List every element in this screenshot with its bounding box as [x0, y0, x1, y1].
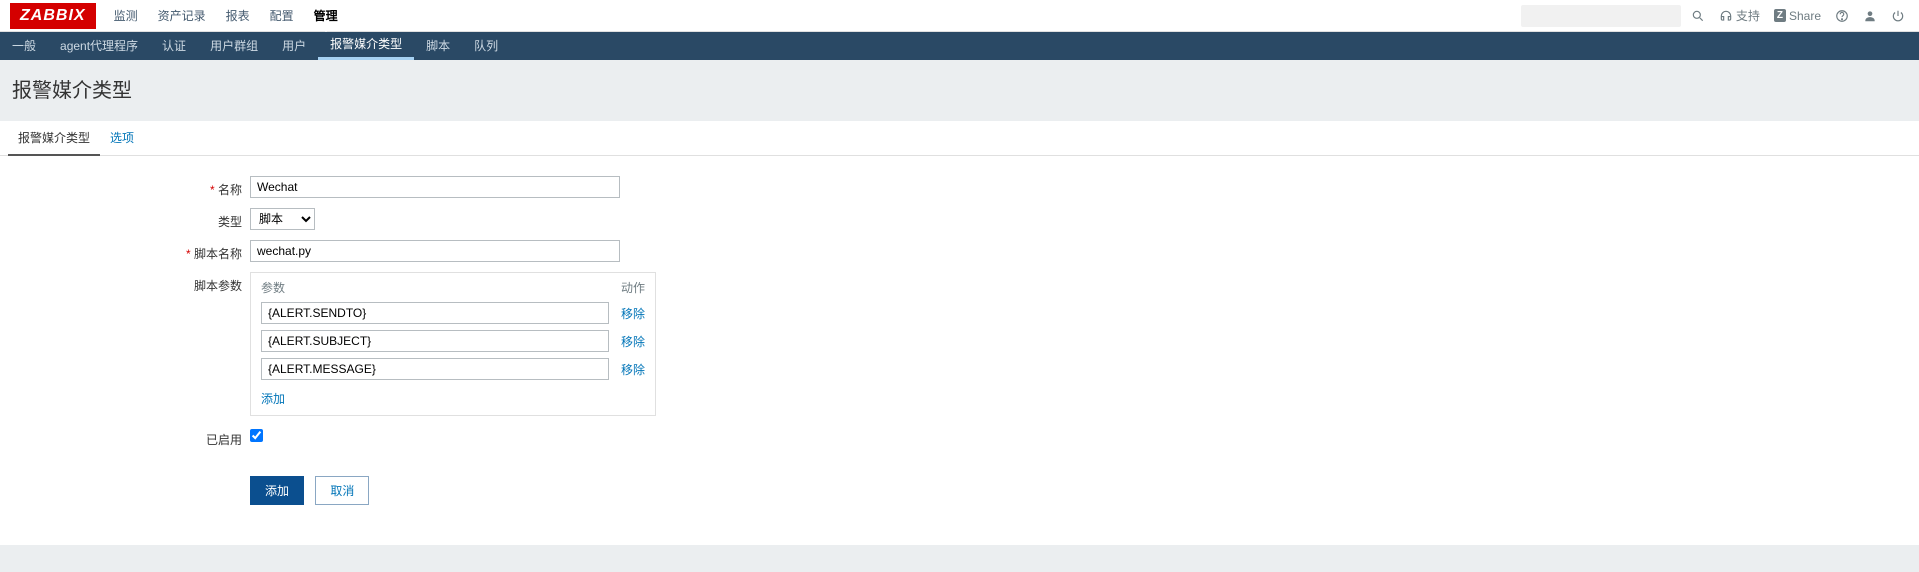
subnav-mediatypes[interactable]: 报警媒介类型: [318, 32, 414, 60]
topnav-reports[interactable]: 报表: [216, 0, 260, 32]
enabled-checkbox[interactable]: [250, 429, 263, 442]
headset-icon: [1719, 9, 1733, 23]
mediatype-form: 名称 类型 脚本 脚本名称 脚本参数 参数: [0, 156, 1919, 505]
help-icon[interactable]: [1831, 5, 1853, 27]
sub-nav: 一般 agent代理程序 认证 用户群组 用户 报警媒介类型 脚本 队列: [0, 32, 1919, 60]
params-header-param: 参数: [261, 279, 621, 296]
params-header-action: 动作: [621, 279, 645, 296]
type-select[interactable]: 脚本: [250, 208, 315, 230]
topnav-right: 支持 Z Share: [1521, 5, 1919, 27]
tab-options[interactable]: 选项: [100, 121, 144, 155]
page-title: 报警媒介类型: [0, 60, 1919, 121]
name-field[interactable]: [250, 176, 620, 198]
search-icon[interactable]: [1687, 5, 1709, 27]
submit-button[interactable]: 添加: [250, 476, 304, 505]
power-icon[interactable]: [1887, 5, 1909, 27]
script-params-box: 参数 动作 移除 移除 移除 添加: [250, 272, 656, 416]
subnav-queue[interactable]: 队列: [462, 32, 510, 60]
search-input[interactable]: [1521, 5, 1681, 27]
user-icon[interactable]: [1859, 5, 1881, 27]
param-row: 移除: [261, 302, 645, 324]
subnav-scripts[interactable]: 脚本: [414, 32, 462, 60]
script-name-label: 脚本名称: [0, 240, 250, 262]
tab-mediatype[interactable]: 报警媒介类型: [8, 121, 100, 156]
top-nav: ZABBIX 监测 资产记录 报表 配置 管理 支持 Z Share: [0, 0, 1919, 32]
param-input-2[interactable]: [261, 358, 609, 380]
content-panel: 报警媒介类型 选项 名称 类型 脚本 脚本名称 脚本参数: [0, 121, 1919, 545]
enabled-label: 已启用: [0, 426, 250, 448]
topnav-monitoring[interactable]: 监测: [104, 0, 148, 32]
cancel-button[interactable]: 取消: [315, 476, 369, 505]
param-add-link[interactable]: 添加: [261, 390, 285, 407]
script-params-label: 脚本参数: [0, 272, 250, 294]
type-label: 类型: [0, 208, 250, 230]
param-remove-1[interactable]: 移除: [621, 333, 645, 350]
support-label: 支持: [1736, 7, 1760, 24]
subnav-usergroups[interactable]: 用户群组: [198, 32, 270, 60]
param-remove-2[interactable]: 移除: [621, 361, 645, 378]
share-link[interactable]: Z Share: [1770, 9, 1825, 23]
content-tabs: 报警媒介类型 选项: [0, 121, 1919, 156]
topnav-admin[interactable]: 管理: [304, 0, 348, 32]
subnav-auth[interactable]: 认证: [150, 32, 198, 60]
topnav-config[interactable]: 配置: [260, 0, 304, 32]
name-label: 名称: [0, 176, 250, 198]
params-header: 参数 动作: [261, 279, 645, 296]
share-badge-icon: Z: [1774, 9, 1786, 22]
script-name-field[interactable]: [250, 240, 620, 262]
subnav-general[interactable]: 一般: [0, 32, 48, 60]
param-remove-0[interactable]: 移除: [621, 305, 645, 322]
topnav-inventory[interactable]: 资产记录: [148, 0, 216, 32]
support-link[interactable]: 支持: [1715, 7, 1764, 24]
param-input-0[interactable]: [261, 302, 609, 324]
subnav-users[interactable]: 用户: [270, 32, 318, 60]
brand-logo[interactable]: ZABBIX: [10, 3, 96, 29]
param-row: 移除: [261, 330, 645, 352]
share-label: Share: [1789, 9, 1821, 23]
param-row: 移除: [261, 358, 645, 380]
subnav-proxies[interactable]: agent代理程序: [48, 32, 150, 60]
param-input-1[interactable]: [261, 330, 609, 352]
